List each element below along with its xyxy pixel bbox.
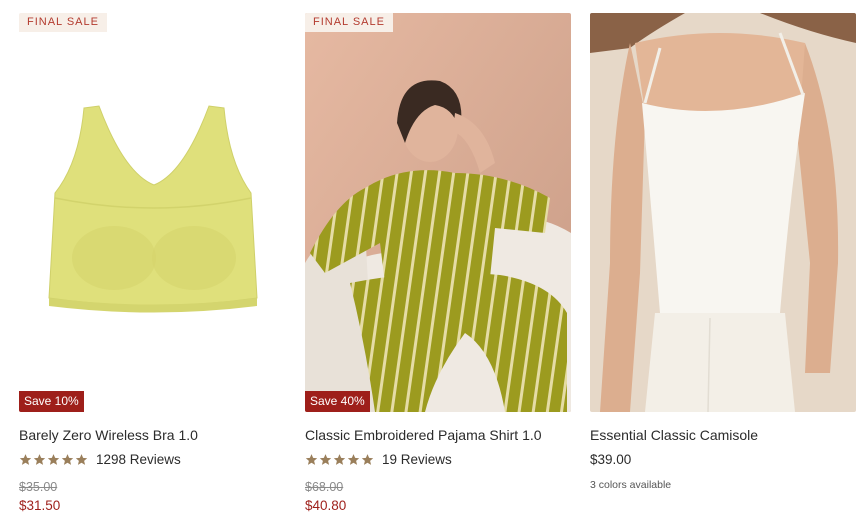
- product-image-camisole[interactable]: [590, 13, 856, 412]
- star-icon: [333, 454, 346, 465]
- star-icon: [33, 454, 46, 465]
- sale-price: $31.50: [19, 498, 61, 513]
- star-icon: [75, 454, 88, 465]
- star-icon: [319, 454, 332, 465]
- review-count[interactable]: 1298 Reviews: [96, 452, 181, 467]
- product-rating[interactable]: 19 Reviews: [305, 452, 452, 467]
- sale-price: $40.80: [305, 498, 347, 513]
- star-icon: [347, 454, 360, 465]
- review-count[interactable]: 19 Reviews: [382, 452, 452, 467]
- product-image-bra[interactable]: FINAL SALE Save 10%: [19, 13, 285, 412]
- product-card-barely-zero-bra[interactable]: FINAL SALE Save 10% Barely Zero Wireless…: [19, 13, 285, 523]
- star-icon: [361, 454, 374, 465]
- original-price: $35.00: [19, 480, 58, 494]
- star-icon: [19, 454, 32, 465]
- final-sale-badge: FINAL SALE: [19, 13, 107, 32]
- star-icon: [305, 454, 318, 465]
- colors-available[interactable]: 3 colors available: [590, 479, 671, 491]
- product-title[interactable]: Essential Classic Camisole: [590, 427, 758, 443]
- product-price: $39.00: [590, 452, 632, 467]
- rating-stars: [305, 453, 374, 466]
- product-rating[interactable]: 1298 Reviews: [19, 452, 181, 467]
- original-price: $68.00: [305, 480, 344, 494]
- save-badge: Save 40%: [305, 391, 370, 412]
- product-card-pajama-shirt[interactable]: FINAL SALE Save 40% Classic Embroidered …: [305, 13, 571, 523]
- product-card-camisole[interactable]: Essential Classic Camisole $39.00 3 colo…: [590, 13, 856, 523]
- star-icon: [61, 454, 74, 465]
- star-icon: [47, 454, 60, 465]
- product-title[interactable]: Classic Embroidered Pajama Shirt 1.0: [305, 427, 542, 443]
- product-title[interactable]: Barely Zero Wireless Bra 1.0: [19, 427, 198, 443]
- product-image-pajamas[interactable]: FINAL SALE Save 40%: [305, 13, 571, 412]
- rating-stars: [19, 453, 88, 466]
- save-badge: Save 10%: [19, 391, 84, 412]
- final-sale-badge: FINAL SALE: [305, 13, 393, 32]
